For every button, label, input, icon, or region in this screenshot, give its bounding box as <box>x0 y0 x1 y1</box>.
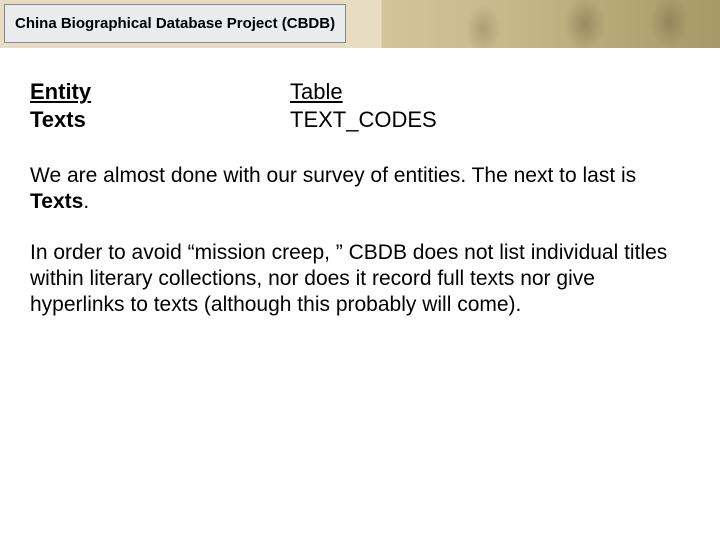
table-label: Table <box>290 78 690 106</box>
header-title: China Biographical Database Project (CBD… <box>4 4 346 43</box>
entity-label: Entity <box>30 78 290 106</box>
table-column: Table TEXT_CODES <box>290 78 690 133</box>
p1-bold: Texts <box>30 190 83 213</box>
header-banner: China Biographical Database Project (CBD… <box>0 0 720 48</box>
p1-post: . <box>83 190 89 213</box>
entity-column: Entity Texts <box>30 78 290 133</box>
heading-row: Entity Texts Table TEXT_CODES <box>30 78 690 133</box>
table-value: TEXT_CODES <box>290 106 690 134</box>
p1-pre: We are almost done with our survey of en… <box>30 164 636 187</box>
content-area: Entity Texts Table TEXT_CODES We are alm… <box>0 48 720 318</box>
entity-value: Texts <box>30 106 290 134</box>
paragraph-2: In order to avoid “mission creep, ” CBDB… <box>30 240 690 319</box>
paragraph-1: We are almost done with our survey of en… <box>30 163 690 216</box>
